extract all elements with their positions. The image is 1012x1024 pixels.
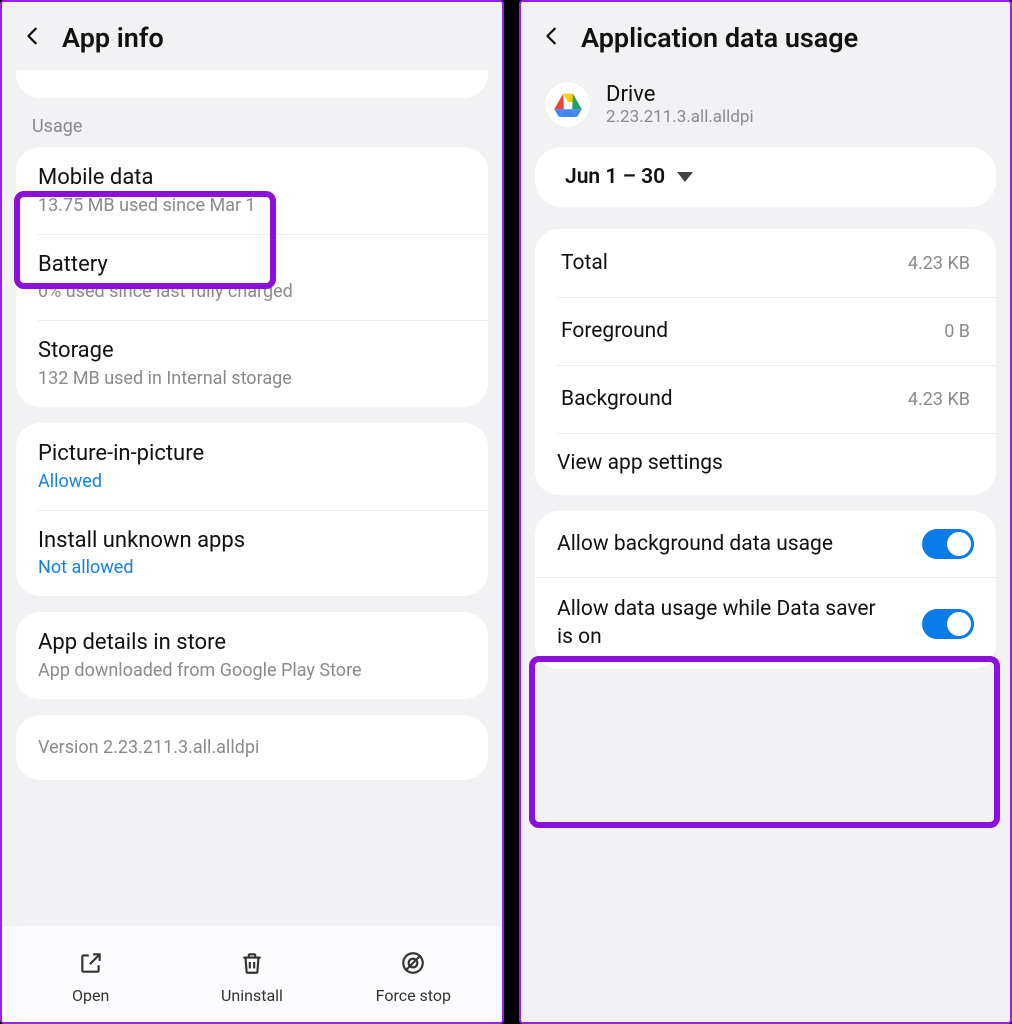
store-card: App details in store App downloaded from…	[16, 612, 488, 699]
unknown-title: Install unknown apps	[38, 526, 466, 556]
app-package: 2.23.211.3.all.alldpi	[606, 107, 754, 127]
drive-app-icon	[545, 82, 590, 127]
uninstall-label: Uninstall	[221, 986, 283, 1005]
truncated-card	[16, 70, 488, 98]
data-usage-screen: Application data usage Drive 2.23.211.3.…	[519, 0, 1012, 1024]
details-sub: App downloaded from Google Play Store	[38, 660, 466, 681]
permissions-card: Picture-in-picture Allowed Install unkno…	[16, 423, 488, 596]
unknown-sub: Not allowed	[38, 557, 466, 578]
view-app-settings-row[interactable]: View app settings	[535, 433, 996, 495]
foreground-value: 0 B	[944, 321, 970, 342]
details-title: App details in store	[38, 628, 466, 658]
battery-row[interactable]: Battery 0% used since last fully charged	[16, 234, 488, 321]
data-saver-label: Allow data usage while Data saver is on	[557, 596, 877, 651]
version-text: Version 2.23.211.3.all.alldpi	[38, 737, 466, 758]
storage-row[interactable]: Storage 132 MB used in Internal storage	[16, 320, 488, 407]
data-saver-toggle-row[interactable]: Allow data usage while Data saver is on	[535, 577, 996, 669]
back-button[interactable]	[22, 25, 44, 51]
bg-data-switch[interactable]	[922, 529, 974, 559]
storage-sub: 132 MB used in Internal storage	[38, 368, 466, 389]
back-button[interactable]	[541, 25, 563, 51]
data-saver-switch[interactable]	[922, 609, 974, 639]
version-card: Version 2.23.211.3.all.alldpi	[16, 715, 488, 780]
open-label: Open	[72, 986, 109, 1005]
pip-title: Picture-in-picture	[38, 439, 466, 469]
battery-sub: 0% used since last fully charged	[38, 281, 466, 302]
data-usage-card: Total 4.23 KB Foreground 0 B Background …	[535, 229, 996, 495]
total-label: Total	[561, 251, 608, 275]
highlight-toggles	[529, 656, 1000, 828]
page-title: App info	[62, 22, 164, 54]
battery-title: Battery	[38, 250, 466, 280]
bottom-action-bar: Open Uninstall Force stop	[2, 926, 502, 1022]
background-row: Background 4.23 KB	[535, 365, 996, 433]
foreground-row: Foreground 0 B	[535, 297, 996, 365]
open-button[interactable]: Open	[10, 950, 171, 1005]
unknown-apps-row[interactable]: Install unknown apps Not allowed	[16, 510, 488, 597]
trash-icon	[239, 950, 265, 980]
total-row: Total 4.23 KB	[535, 229, 996, 297]
uninstall-button[interactable]: Uninstall	[171, 950, 332, 1005]
view-settings-label: View app settings	[557, 449, 974, 477]
app-header: Drive 2.23.211.3.all.alldpi	[521, 70, 1010, 137]
bg-data-label: Allow background data usage	[557, 531, 833, 558]
background-value: 4.23 KB	[908, 389, 970, 410]
total-value: 4.23 KB	[908, 253, 970, 274]
date-range-text: Jun 1 – 30	[565, 165, 665, 189]
date-range-chip[interactable]: Jun 1 – 30	[535, 147, 996, 207]
open-icon	[78, 950, 104, 980]
app-info-screen: App info Usage Mobile data 13.75 MB used…	[0, 0, 504, 1024]
force-stop-label: Force stop	[376, 986, 451, 1005]
background-label: Background	[561, 387, 673, 411]
app-meta: Drive 2.23.211.3.all.alldpi	[606, 82, 754, 127]
usage-card: Mobile data 13.75 MB used since Mar 1 Ba…	[16, 147, 488, 407]
header: Application data usage	[521, 2, 1010, 70]
pip-sub: Allowed	[38, 471, 466, 492]
chevron-down-icon	[677, 172, 693, 182]
force-stop-icon	[400, 950, 426, 980]
foreground-label: Foreground	[561, 319, 668, 343]
mobile-data-sub: 13.75 MB used since Mar 1	[38, 195, 466, 216]
mobile-data-title: Mobile data	[38, 163, 466, 193]
app-name: Drive	[606, 82, 754, 107]
bg-data-toggle-row[interactable]: Allow background data usage	[535, 511, 996, 577]
usage-section-label: Usage	[2, 116, 502, 147]
storage-title: Storage	[38, 336, 466, 366]
header: App info	[2, 2, 502, 70]
page-title: Application data usage	[581, 22, 858, 54]
app-details-row[interactable]: App details in store App downloaded from…	[16, 612, 488, 699]
pip-row[interactable]: Picture-in-picture Allowed	[16, 423, 488, 510]
toggles-card: Allow background data usage Allow data u…	[535, 511, 996, 669]
mobile-data-row[interactable]: Mobile data 13.75 MB used since Mar 1	[16, 147, 488, 234]
force-stop-button[interactable]: Force stop	[333, 950, 494, 1005]
